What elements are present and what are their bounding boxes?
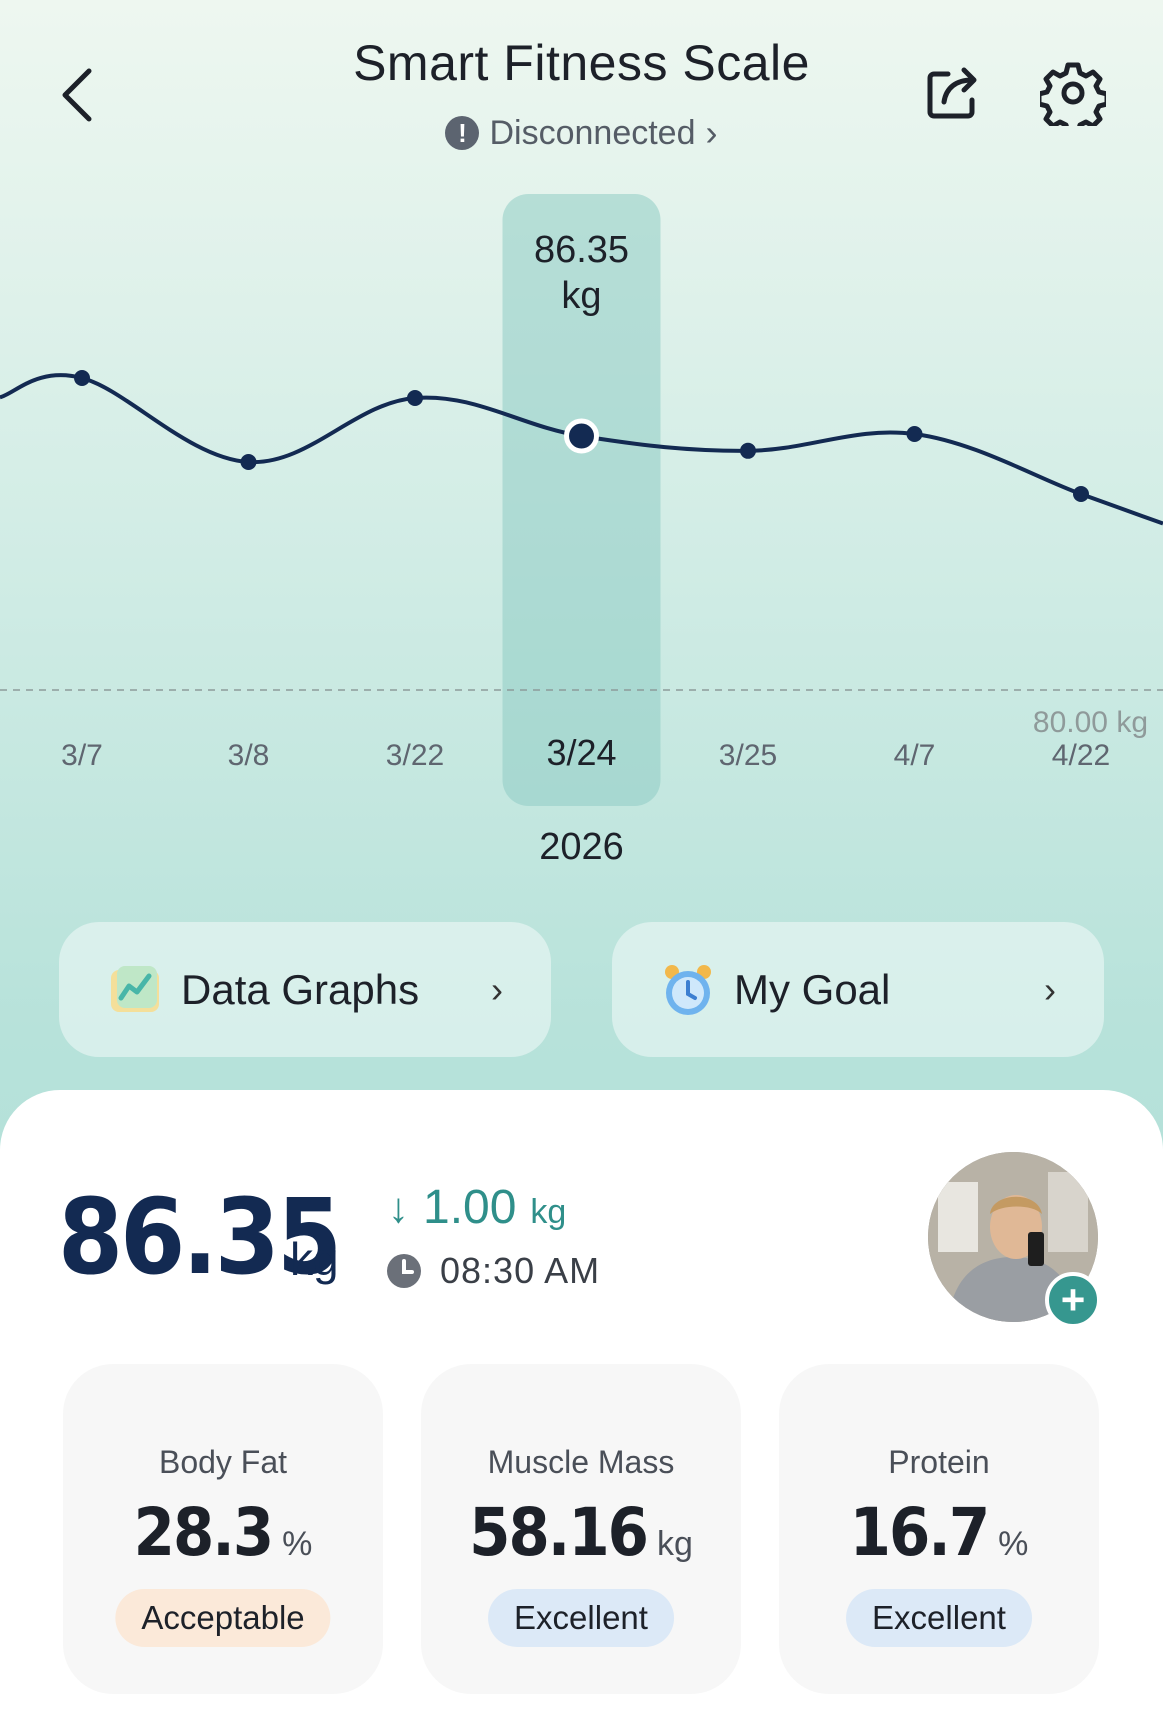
data-point-selected[interactable]	[564, 418, 599, 454]
alarm-clock-icon	[665, 964, 711, 1015]
weight-change: ↓ 1.00 kg	[388, 1180, 566, 1235]
x-tick-label[interactable]: 4/22	[1052, 739, 1110, 772]
connection-status[interactable]: ! Disconnected ›	[200, 112, 963, 154]
metric-value-row: 58.16 kg	[421, 1494, 741, 1571]
metric-label: Protein	[888, 1444, 990, 1480]
metric-unit: %	[282, 1525, 313, 1563]
page-title: Smart Fitness Scale	[353, 35, 810, 91]
metric-value-row: 16.7 %	[779, 1494, 1099, 1571]
x-tick-label[interactable]: 3/22	[386, 739, 444, 772]
plus-icon: +	[1060, 1276, 1086, 1323]
back-button[interactable]	[52, 60, 102, 130]
data-point[interactable]	[407, 390, 423, 406]
chevron-right-icon: ›	[705, 112, 718, 153]
x-tick-label[interactable]: 3/25	[719, 739, 777, 772]
metric-value: 28.3	[133, 1494, 275, 1571]
share-icon[interactable]	[922, 62, 984, 124]
x-tick-label[interactable]: 3/7	[61, 739, 103, 772]
gear-icon[interactable]	[1040, 60, 1106, 126]
x-tick-label[interactable]: 3/24	[546, 732, 616, 773]
arrow-down-icon: ↓	[388, 1183, 409, 1231]
my-goal-button[interactable]: My Goal ›	[612, 922, 1104, 1057]
metric-card-muscle-mass[interactable]: Muscle Mass 58.16 kg Excellent	[421, 1364, 741, 1694]
chevron-right-icon: ›	[491, 968, 503, 1010]
metric-label: Body Fat	[158, 1444, 288, 1480]
metric-value-row: 28.3 %	[63, 1494, 383, 1571]
data-point[interactable]	[740, 442, 756, 459]
measurement-time: 08:30 AM	[386, 1250, 600, 1292]
data-graphs-label: Data Graphs	[181, 965, 420, 1013]
my-goal-label: My Goal	[734, 965, 891, 1013]
data-point[interactable]	[74, 370, 90, 386]
weight-change-unit: kg	[530, 1193, 567, 1231]
connection-status-label: Disconnected	[489, 113, 696, 152]
selected-value-label: kg	[561, 275, 601, 317]
data-point[interactable]	[1073, 486, 1089, 502]
status-badge: Acceptable	[115, 1589, 331, 1647]
chart-icon	[111, 965, 159, 1012]
selected-value-label: 86.35	[534, 229, 629, 271]
data-point[interactable]	[240, 454, 257, 470]
measurement-time-value: 08:30 AM	[440, 1250, 601, 1291]
reference-label: 80.00 kg	[1033, 706, 1148, 739]
data-graphs-button[interactable]: Data Graphs ›	[59, 922, 551, 1057]
chevron-left-icon	[62, 68, 92, 122]
x-tick-label[interactable]: 3/8	[228, 739, 270, 772]
metric-value: 16.7	[849, 1494, 991, 1571]
metric-unit: %	[998, 1525, 1029, 1563]
weight-trend-chart[interactable]: 86.35 kg 80.00 kg 3/7 3/8 3/22 3/24 3/25 4/7 4/22	[0, 190, 1163, 910]
top-bar: Smart Fitness Scale ! Disconnected ›	[0, 0, 1163, 175]
metric-unit: kg	[656, 1525, 693, 1563]
x-tick-label[interactable]: 4/7	[894, 739, 936, 772]
status-badge: Excellent	[488, 1589, 674, 1647]
exclamation-icon: !	[445, 116, 480, 150]
app-screen: Smart Fitness Scale ! Disconnected › 86.…	[0, 0, 1163, 1718]
metric-value: 58.16	[469, 1494, 649, 1571]
metric-card-body-fat[interactable]: Body Fat 28.3 % Acceptable	[63, 1364, 383, 1694]
metric-label: Muscle Mass	[487, 1444, 675, 1480]
current-weight-unit: kg	[290, 1233, 339, 1285]
add-photo-button[interactable]: +	[1045, 1272, 1101, 1328]
data-point[interactable]	[906, 426, 923, 442]
chart-svg[interactable]: 86.35kg 80.00 kg 3/7 3/8 3/22 3/24 3/25 4/7 4/22	[0, 190, 1163, 910]
chevron-right-icon: ›	[1044, 968, 1056, 1010]
clock-icon	[387, 1254, 421, 1288]
status-badge: Excellent	[846, 1589, 1032, 1647]
chart-year: 2026	[539, 826, 624, 868]
metric-card-protein[interactable]: Protein 16.7 % Excellent	[779, 1364, 1099, 1694]
weight-change-value: 1.00	[423, 1181, 517, 1234]
